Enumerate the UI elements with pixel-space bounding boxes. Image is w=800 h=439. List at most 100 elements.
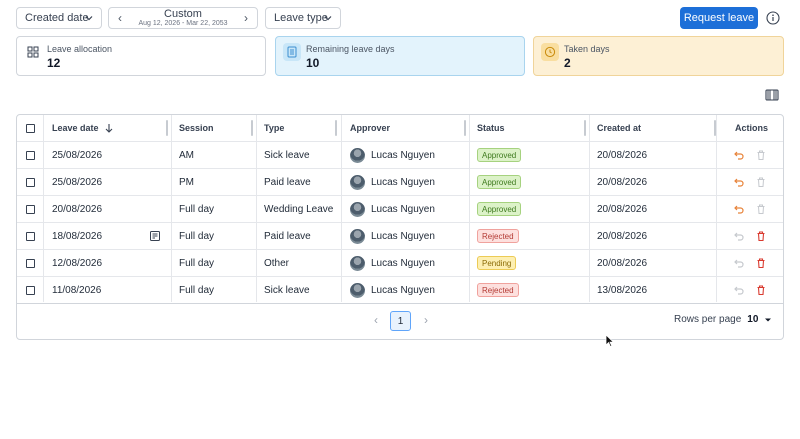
row-checkbox[interactable] xyxy=(26,285,35,295)
row-checkbox[interactable] xyxy=(26,204,35,214)
header-actions: Actions xyxy=(735,123,769,133)
next-range-icon[interactable]: › xyxy=(239,11,253,25)
toolbar: Created date ‹ Custom Aug 12, 2026 - Mar… xyxy=(16,7,784,29)
avatar xyxy=(350,255,365,271)
header-status[interactable]: Status xyxy=(477,115,505,141)
table-row[interactable]: 11/08/2026 Full day Sick leave Lucas Ngu… xyxy=(17,277,783,304)
next-page-icon[interactable]: › xyxy=(420,313,432,327)
header-approver[interactable]: Approver xyxy=(350,115,390,141)
delete-icon[interactable] xyxy=(755,176,767,188)
revert-icon[interactable] xyxy=(733,203,745,215)
type-cell: Wedding Leave xyxy=(264,203,334,215)
page-button[interactable]: 1 xyxy=(390,311,411,331)
range-dates: Aug 12, 2026 - Mar 22, 2053 xyxy=(138,20,228,27)
row-checkbox[interactable] xyxy=(26,258,35,268)
row-checkbox[interactable] xyxy=(26,150,35,160)
status-badge: Pending xyxy=(477,256,517,270)
approver-name: Lucas Nguyen xyxy=(371,203,435,215)
column-resize-handle[interactable] xyxy=(464,120,466,136)
status-cell: Approved xyxy=(477,169,522,195)
leave-date-cell: 18/08/2026 xyxy=(52,230,103,242)
session-cell: Full day xyxy=(179,203,215,215)
previous-page-icon[interactable]: ‹ xyxy=(370,313,382,327)
delete-icon[interactable] xyxy=(755,257,767,269)
mouse-pointer-icon xyxy=(605,334,615,348)
revert-icon xyxy=(733,257,745,269)
session-cell: Full day xyxy=(179,284,215,296)
status-cell: Pending xyxy=(477,250,517,276)
rows-per-page-label: Rows per page xyxy=(674,314,742,325)
row-checkbox[interactable] xyxy=(26,177,35,187)
delete-icon[interactable] xyxy=(755,230,767,242)
leave-date-cell: 12/08/2026 xyxy=(52,257,103,269)
created-at-cell: 20/08/2026 xyxy=(597,203,648,215)
rows-per-page-selector[interactable]: Rows per page 10 xyxy=(674,314,772,325)
stat-title: Leave allocation xyxy=(47,44,113,54)
row-checkbox[interactable] xyxy=(26,231,35,241)
stat-value: 10 xyxy=(306,56,320,70)
table-row[interactable]: 25/08/2026 PM Paid leave Lucas Nguyen Ap… xyxy=(17,169,783,196)
leave-date-cell: 25/08/2026 xyxy=(52,176,103,188)
header-leave-date[interactable]: Leave date xyxy=(52,115,115,141)
delete-icon[interactable] xyxy=(755,203,767,215)
range-label[interactable]: Custom xyxy=(131,9,235,20)
caret-down-icon xyxy=(765,318,772,321)
previous-range-icon[interactable]: ‹ xyxy=(113,11,127,25)
header-type[interactable]: Type xyxy=(264,115,284,141)
avatar xyxy=(350,174,365,190)
leave-date-cell: 11/08/2026 xyxy=(52,284,102,296)
table-row[interactable]: 25/08/2026 AM Sick leave Lucas Nguyen Ap… xyxy=(17,142,783,169)
delete-icon[interactable] xyxy=(755,149,767,161)
revert-icon[interactable] xyxy=(733,149,745,161)
sort-descending-icon xyxy=(105,124,112,133)
header-session[interactable]: Session xyxy=(179,115,214,141)
table-row[interactable]: 18/08/2026 Full day Paid leave Lucas Ngu… xyxy=(17,223,783,250)
leave-type-dropdown[interactable]: Leave type xyxy=(265,7,341,29)
table-row[interactable]: 20/08/2026 Full day Wedding Leave Lucas … xyxy=(17,196,783,223)
sort-label: Created date xyxy=(25,12,89,24)
delete-icon[interactable] xyxy=(755,284,767,296)
request-leave-button[interactable]: Request leave xyxy=(680,7,758,29)
taken-days-card: Taken days 2 xyxy=(533,36,784,76)
sort-dropdown[interactable]: Created date xyxy=(16,7,102,29)
actions-cell xyxy=(717,250,783,276)
approver-cell: Lucas Nguyen xyxy=(350,142,435,168)
status-cell: Approved xyxy=(477,142,522,168)
header-label: Leave date xyxy=(52,123,99,133)
revert-icon xyxy=(733,284,745,296)
actions-cell xyxy=(717,142,783,168)
approver-name: Lucas Nguyen xyxy=(371,230,435,242)
created-at-cell: 20/08/2026 xyxy=(597,230,648,242)
approver-name: Lucas Nguyen xyxy=(371,149,435,161)
status-badge: Rejected xyxy=(477,229,519,243)
column-resize-handle[interactable] xyxy=(584,120,586,136)
stat-value: 2 xyxy=(564,56,571,70)
approver-cell: Lucas Nguyen xyxy=(350,277,435,303)
clock-icon xyxy=(541,43,559,61)
column-resize-handle[interactable] xyxy=(251,120,253,136)
info-icon[interactable] xyxy=(763,8,783,28)
grid-icon xyxy=(24,43,42,61)
pagination: ‹ 1 › Rows per page 10 xyxy=(17,302,783,339)
type-cell: Paid leave xyxy=(264,230,311,242)
column-settings-icon[interactable] xyxy=(762,85,782,105)
session-cell: Full day xyxy=(179,230,215,242)
stat-title: Taken days xyxy=(564,44,610,54)
approver-cell: Lucas Nguyen xyxy=(350,169,435,195)
note-icon[interactable] xyxy=(149,223,161,249)
select-all-checkbox[interactable] xyxy=(26,123,35,133)
column-resize-handle[interactable] xyxy=(166,120,168,136)
table-row[interactable]: 12/08/2026 Full day Other Lucas Nguyen P… xyxy=(17,250,783,277)
created-at-cell: 13/08/2026 xyxy=(597,284,648,296)
revert-icon xyxy=(733,230,745,242)
session-cell: PM xyxy=(179,176,194,188)
column-resize-handle[interactable] xyxy=(335,120,337,136)
stat-title: Remaining leave days xyxy=(306,44,395,54)
leave-type-label: Leave type xyxy=(274,12,328,24)
avatar xyxy=(350,228,365,244)
approver-name: Lucas Nguyen xyxy=(371,284,435,296)
actions-cell xyxy=(717,196,783,222)
revert-icon[interactable] xyxy=(733,176,745,188)
header-created-at[interactable]: Created at xyxy=(597,115,641,141)
chevron-down-icon xyxy=(324,16,332,21)
